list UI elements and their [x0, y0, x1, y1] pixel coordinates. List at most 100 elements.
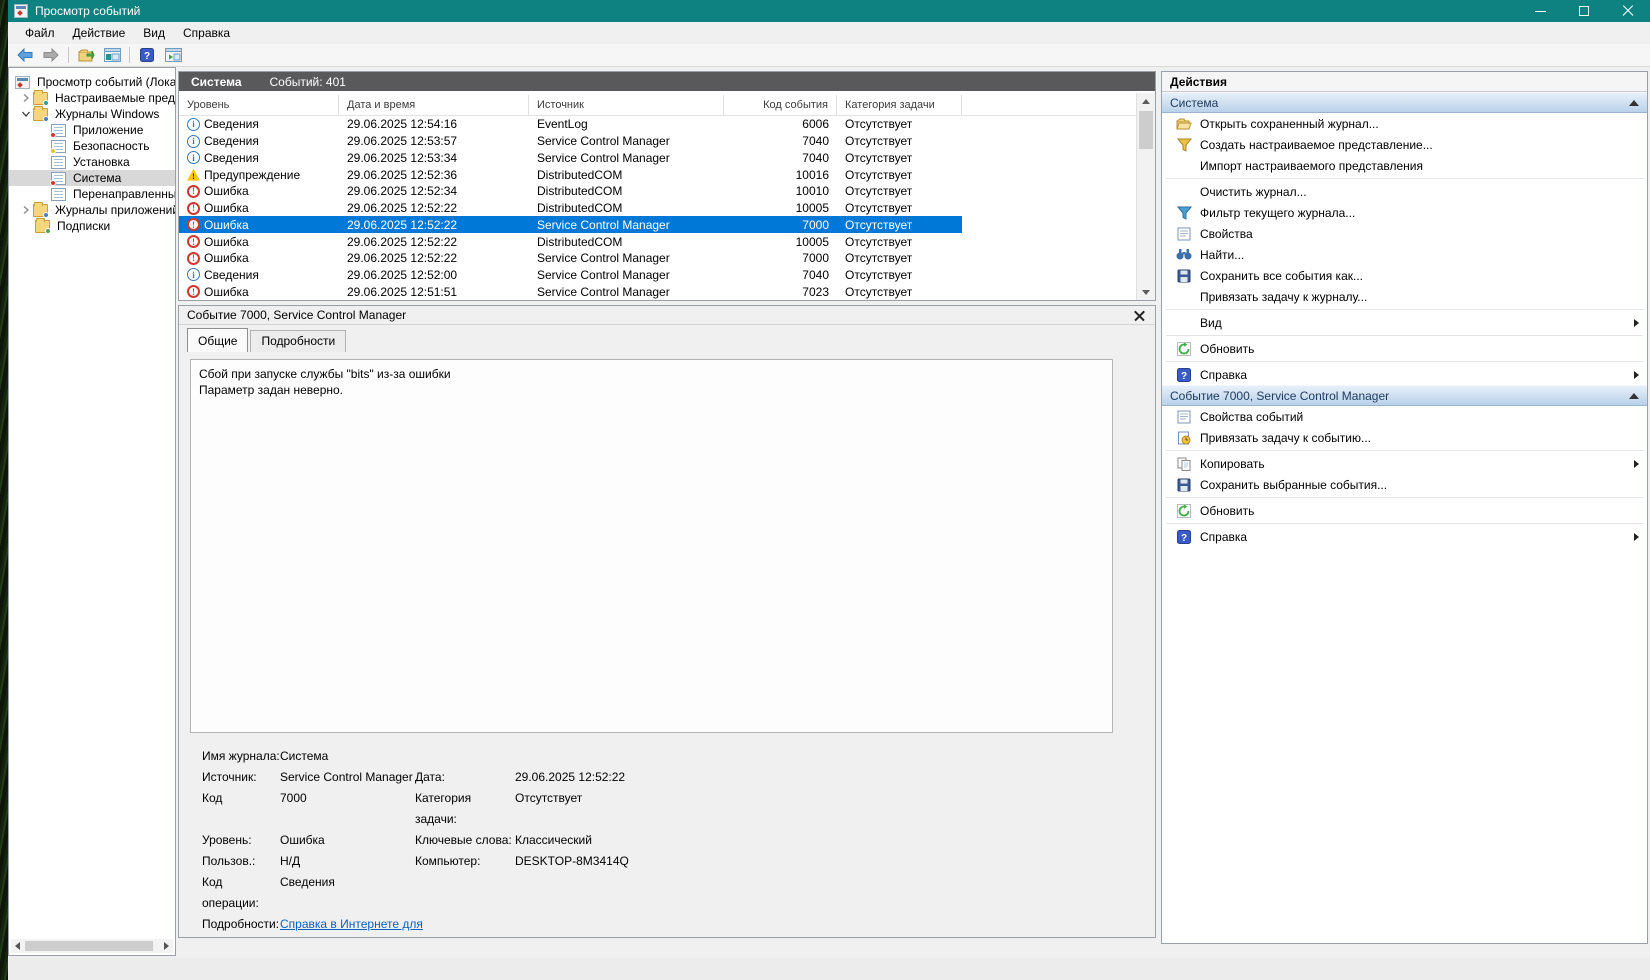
action-create-custom-view[interactable]: Создать настраиваемое представление... — [1162, 134, 1647, 155]
field-value: Отсутствует — [515, 788, 582, 830]
event-row[interactable]: Ошибка 29.06.2025 12:52:22 DistributedCO… — [179, 200, 1136, 217]
tree-item-setup[interactable]: Установка — [9, 154, 175, 170]
action-label: Справка — [1200, 530, 1247, 544]
security-log-icon — [51, 140, 66, 153]
tree-item-custom-views[interactable]: Настраиваемые представления — [9, 90, 175, 106]
tree-item-label: Приложение — [70, 123, 146, 137]
show-action-pane-button[interactable] — [162, 45, 184, 65]
event-datetime: 29.06.2025 12:52:34 — [339, 184, 529, 198]
event-row[interactable]: Ошибка 29.06.2025 12:51:51 Service Contr… — [179, 283, 1136, 300]
actions-group-header-system[interactable]: Система — [1162, 92, 1647, 113]
event-row[interactable]: Ошибка 29.06.2025 12:52:22 DistributedCO… — [179, 233, 1136, 250]
action-label: Привязать задачу к журналу... — [1200, 290, 1367, 304]
action-find[interactable]: Найти... — [1162, 244, 1647, 265]
tree-item-app-service-logs[interactable]: Журналы приложений и служб — [9, 202, 175, 218]
event-datetime: 29.06.2025 12:52:22 — [339, 201, 529, 215]
action-save-selected-events[interactable]: Сохранить выбранные события... — [1162, 474, 1647, 495]
column-header-datetime[interactable]: Дата и время — [339, 95, 529, 115]
action-filter-current-log[interactable]: Фильтр текущего журнала... — [1162, 202, 1647, 223]
event-row[interactable]: Ошибка 29.06.2025 12:52:34 DistributedCO… — [179, 183, 1136, 200]
tree-item-system[interactable]: Система — [9, 170, 175, 186]
forward-button[interactable] — [40, 45, 62, 65]
maximize-button[interactable] — [1562, 0, 1606, 22]
scroll-up-button[interactable] — [1137, 93, 1155, 109]
event-datetime: 29.06.2025 12:52:22 — [339, 251, 529, 265]
event-list-scrollbar[interactable] — [1136, 93, 1155, 300]
event-row[interactable]: Сведения 29.06.2025 12:52:00 Service Con… — [179, 267, 1136, 284]
action-import-custom-view[interactable]: Импорт настраиваемого представления — [1162, 155, 1647, 176]
action-refresh-event[interactable]: Обновить — [1162, 500, 1647, 521]
event-id: 10005 — [724, 201, 837, 215]
tree-item-subscriptions[interactable]: Подписки — [9, 218, 175, 234]
subscriptions-folder-icon — [35, 220, 50, 233]
field-label: Пользов.: — [202, 851, 280, 872]
action-help-event[interactable]: ? Справка — [1162, 526, 1647, 547]
actions-separator — [1166, 178, 1643, 179]
menu-file[interactable]: Файл — [16, 23, 64, 43]
event-row[interactable]: Сведения 29.06.2025 12:53:34 Service Con… — [179, 149, 1136, 166]
column-header-event-id[interactable]: Код события — [724, 95, 837, 115]
event-row[interactable]: Сведения 29.06.2025 12:54:16 EventLog 60… — [179, 116, 1136, 133]
action-properties[interactable]: Свойства — [1162, 223, 1647, 244]
tree-item-forwarded-events[interactable]: Перенаправленные события — [9, 186, 175, 202]
help-button[interactable]: ? — [136, 45, 158, 65]
event-row[interactable]: Сведения 29.06.2025 12:53:57 Service Con… — [179, 133, 1136, 150]
scrollbar-thumb[interactable] — [1139, 111, 1153, 149]
field-value: 29.06.2025 12:52:22 — [515, 767, 625, 788]
event-row-selected[interactable]: Ошибка 29.06.2025 12:52:22 Service Contr… — [179, 216, 962, 233]
action-view[interactable]: Вид — [1162, 312, 1647, 333]
action-event-properties[interactable]: Свойства событий — [1162, 406, 1647, 427]
back-button[interactable] — [14, 45, 36, 65]
event-row[interactable]: Ошибка 29.06.2025 12:52:22 Service Contr… — [179, 250, 1136, 267]
show-console-tree-button[interactable] — [101, 45, 123, 65]
action-refresh[interactable]: Обновить — [1162, 338, 1647, 359]
info-icon — [187, 135, 200, 148]
action-attach-task-to-log[interactable]: Привязать задачу к журналу... — [1162, 286, 1647, 307]
action-save-all-events[interactable]: Сохранить все события как... — [1162, 265, 1647, 286]
action-label: Свойства событий — [1200, 410, 1303, 424]
tab-general[interactable]: Общие — [187, 328, 248, 352]
menu-help[interactable]: Справка — [174, 23, 239, 43]
action-label: Импорт настраиваемого представления — [1200, 159, 1423, 173]
collapse-group-icon[interactable] — [1629, 393, 1639, 399]
scroll-down-button[interactable] — [1137, 284, 1155, 300]
event-viewer-window: Просмотр событий Файл Действие Вид Справ… — [8, 0, 1650, 980]
actions-group-header-event[interactable]: Событие 7000, Service Control Manager — [1162, 385, 1647, 406]
event-row[interactable]: Предупреждение 29.06.2025 12:52:36 Distr… — [179, 166, 1136, 183]
collapse-group-icon[interactable] — [1629, 100, 1639, 106]
event-source: EventLog — [529, 117, 724, 131]
event-level: Сведения — [204, 117, 259, 131]
actions-separator — [1166, 335, 1643, 336]
details-title: Событие 7000, Service Control Manager — [187, 308, 406, 322]
tree-item-windows-logs[interactable]: Журналы Windows — [9, 106, 175, 122]
event-category: Отсутствует — [837, 151, 962, 165]
field-value: Service Control Manager — [280, 767, 415, 788]
menu-action[interactable]: Действие — [64, 23, 135, 43]
tree-item-label: Просмотр событий (Локальный) — [34, 75, 175, 89]
tab-details[interactable]: Подробности — [250, 330, 346, 352]
online-help-link[interactable]: Справка в Интернете для — [280, 914, 423, 935]
action-open-saved-log[interactable]: Открыть сохраненный журнал... — [1162, 113, 1647, 134]
field-value: Ошибка — [280, 830, 415, 851]
column-header-source[interactable]: Источник — [529, 95, 724, 115]
action-copy[interactable]: Копировать — [1162, 453, 1647, 474]
field-value: Сведения — [280, 872, 415, 914]
action-label: Вид — [1200, 316, 1222, 330]
column-header-category[interactable]: Категория задачи — [837, 95, 962, 115]
scrollbar-thumb[interactable] — [25, 941, 153, 951]
minimize-button[interactable] — [1518, 0, 1562, 22]
tree-item-event-viewer-root[interactable]: Просмотр событий (Локальный) — [9, 74, 175, 90]
group-header-label: Событие 7000, Service Control Manager — [1170, 389, 1389, 403]
action-attach-task-to-event[interactable]: Привязать задачу к событию... — [1162, 427, 1647, 448]
open-saved-log-button[interactable] — [75, 45, 97, 65]
close-button[interactable] — [1606, 0, 1650, 22]
close-details-icon[interactable] — [1134, 310, 1145, 321]
menu-view[interactable]: Вид — [134, 23, 174, 43]
tree-item-application[interactable]: Приложение — [9, 122, 175, 138]
help-icon: ? — [1176, 367, 1192, 383]
action-help[interactable]: ? Справка — [1162, 364, 1647, 385]
tree-item-security[interactable]: Безопасность — [9, 138, 175, 154]
action-clear-log[interactable]: Очистить журнал... — [1162, 181, 1647, 202]
column-header-level[interactable]: Уровень — [179, 95, 339, 115]
tree-horizontal-scrollbar[interactable] — [11, 939, 173, 953]
